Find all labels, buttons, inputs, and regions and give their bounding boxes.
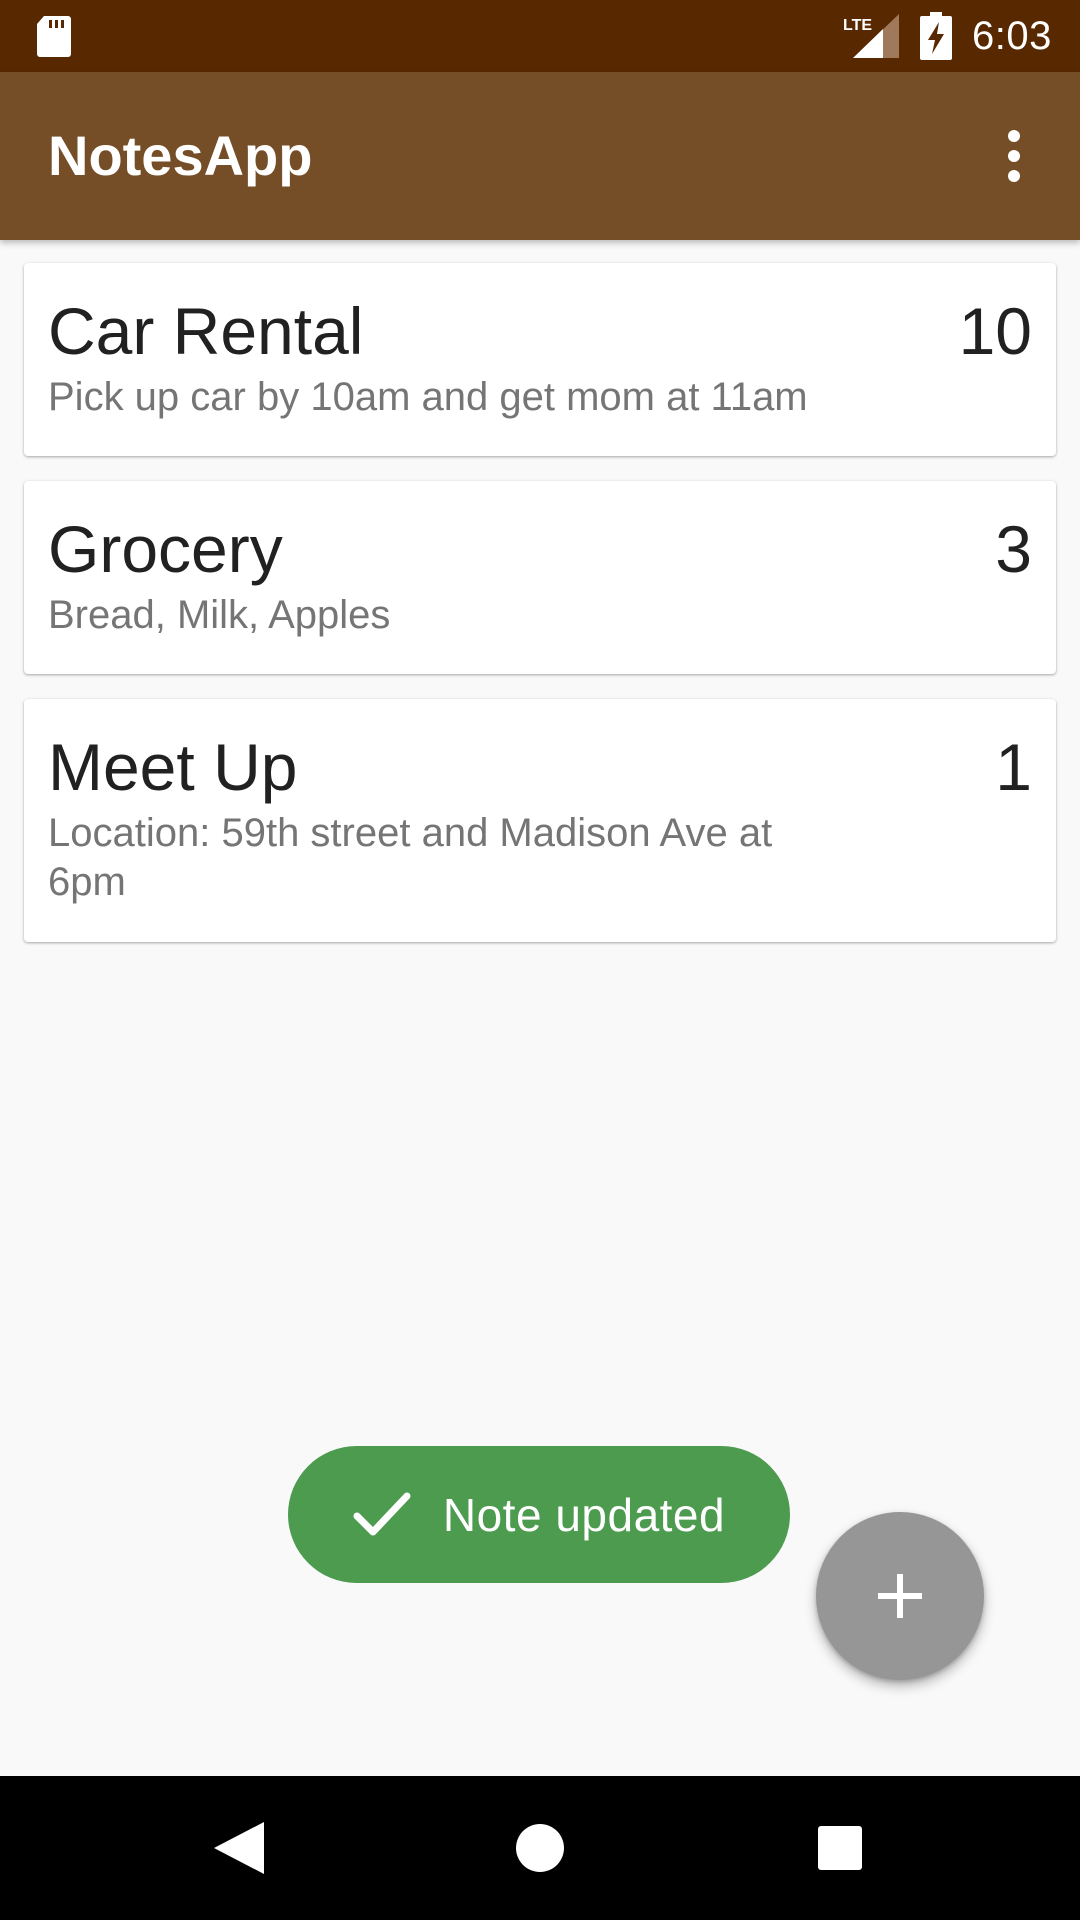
sd-card-icon xyxy=(37,16,71,57)
back-icon[interactable] xyxy=(214,1822,264,1874)
status-time: 6:03 xyxy=(972,14,1052,58)
note-title: Meet Up xyxy=(48,730,298,804)
svg-text:LTE: LTE xyxy=(843,17,872,34)
check-icon xyxy=(353,1492,411,1535)
toast-message: Note updated xyxy=(442,1488,726,1541)
battery-charging-icon xyxy=(920,12,952,60)
status-bar: LTE 6:03 xyxy=(0,0,1080,72)
plus-icon xyxy=(878,1574,922,1618)
note-card-car-rental[interactable]: Car Rental Pick up car by 10am and get m… xyxy=(24,263,1056,456)
note-count: 1 xyxy=(995,730,1032,804)
add-note-button[interactable] xyxy=(816,1512,984,1680)
note-body: Bread, Milk, Apples xyxy=(48,593,391,637)
app-bar: NotesApp xyxy=(0,72,1080,240)
note-title: Grocery xyxy=(48,512,283,586)
home-icon[interactable] xyxy=(516,1824,564,1872)
note-body: Location: 59th street and Madison Ave at… xyxy=(48,811,773,904)
notes-list: Car Rental Pick up car by 10am and get m… xyxy=(24,263,1056,967)
note-card-meet-up[interactable]: Meet Up Location: 59th street and Madiso… xyxy=(24,699,1056,942)
note-count: 3 xyxy=(995,512,1032,586)
note-title: Car Rental xyxy=(48,294,364,368)
lte-signal-icon: LTE xyxy=(843,14,899,58)
app-title: NotesApp xyxy=(48,124,313,187)
recents-icon[interactable] xyxy=(818,1826,862,1870)
more-vert-icon[interactable] xyxy=(994,124,1034,188)
note-card-grocery[interactable]: Grocery Bread, Milk, Apples 3 xyxy=(24,481,1056,674)
note-count: 10 xyxy=(958,294,1032,368)
note-body: Pick up car by 10am and get mom at 11am xyxy=(48,375,808,419)
note-updated-toast: Note updated xyxy=(288,1446,790,1583)
